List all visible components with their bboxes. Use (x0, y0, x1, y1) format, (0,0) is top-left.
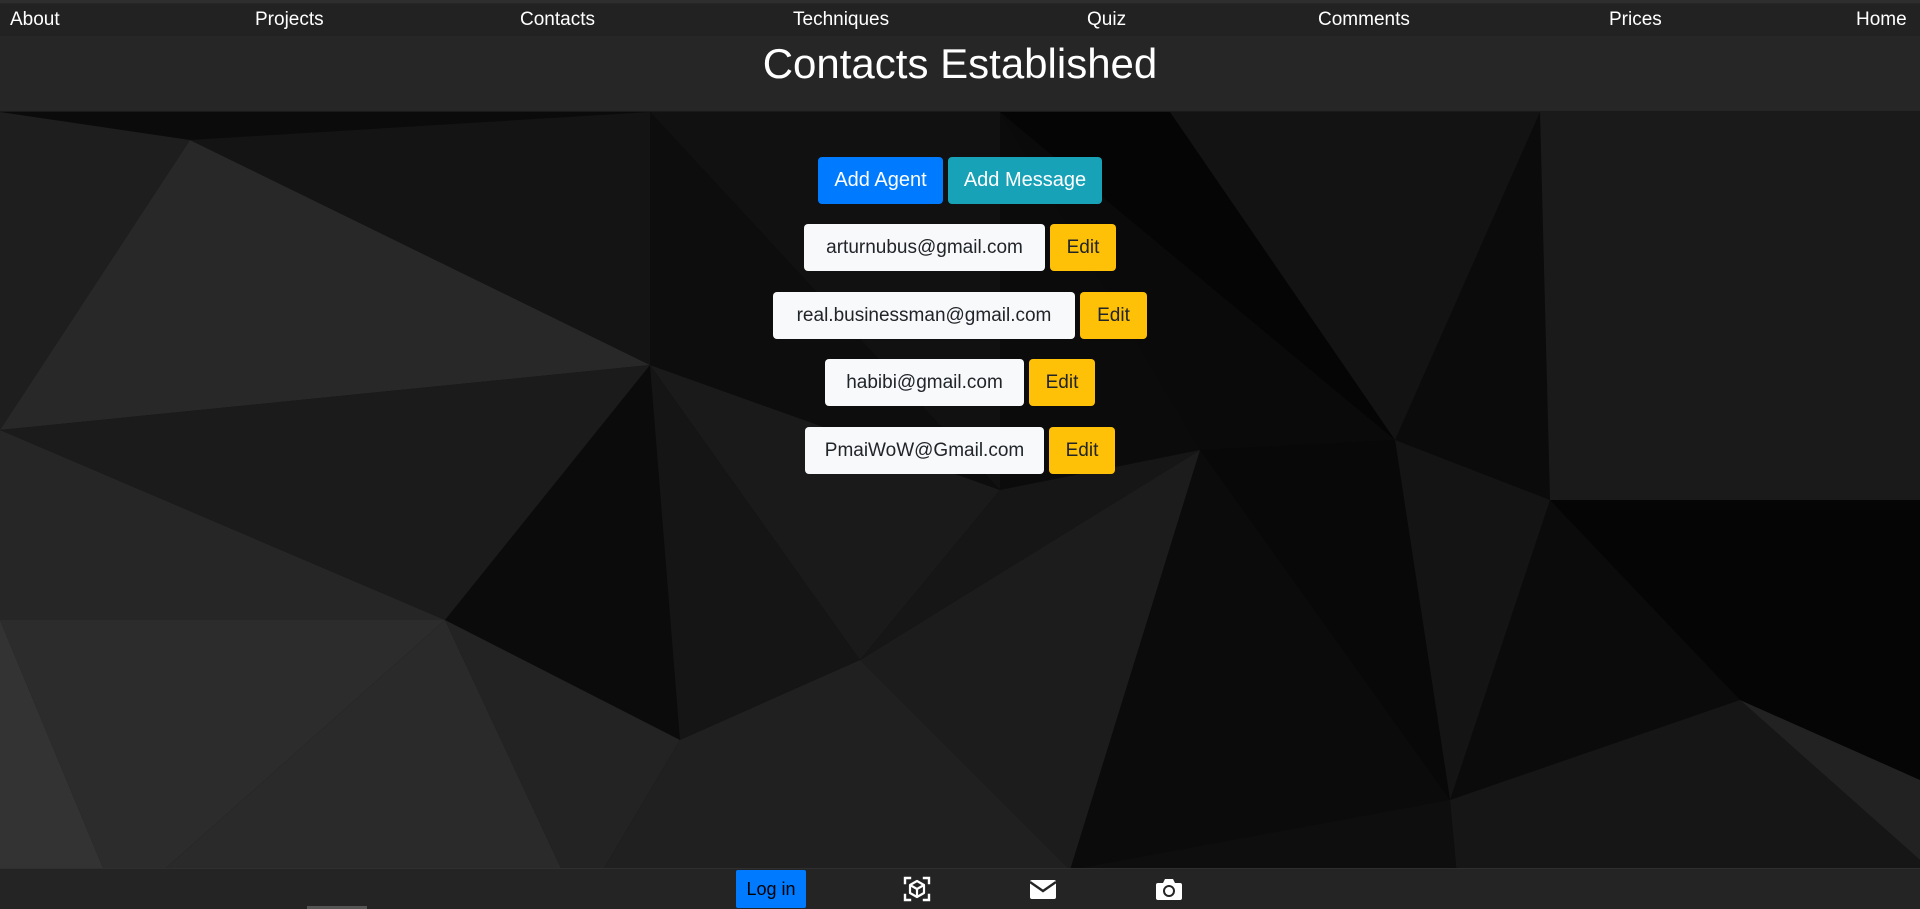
contact-email: real.businessman@gmail.com (773, 292, 1075, 339)
page-footer: Log in (0, 868, 1920, 909)
contact-row: arturnubus@gmail.com Edit (804, 224, 1116, 271)
edit-contact-button[interactable]: Edit (1050, 224, 1116, 271)
page-header: About Projects Contacts Techniques Quiz … (0, 0, 1920, 112)
nav-item-comments[interactable]: Comments (1318, 9, 1410, 31)
ar-cube-icon[interactable] (902, 875, 932, 903)
contact-row: real.businessman@gmail.com Edit (773, 292, 1147, 339)
edit-contact-button[interactable]: Edit (1080, 292, 1147, 339)
nav-item-home[interactable]: Home (1856, 9, 1907, 31)
contact-row: habibi@gmail.com Edit (825, 359, 1095, 406)
main-content: Add Agent Add Message arturnubus@gmail.c… (0, 112, 1920, 868)
nav-item-prices[interactable]: Prices (1609, 9, 1662, 31)
camera-icon[interactable] (1154, 875, 1184, 903)
nav-item-projects[interactable]: Projects (255, 9, 324, 31)
edit-contact-button[interactable]: Edit (1049, 427, 1115, 474)
nav-item-about[interactable]: About (10, 9, 60, 31)
add-message-button[interactable]: Add Message (948, 157, 1102, 204)
add-agent-button[interactable]: Add Agent (818, 157, 943, 204)
contact-email: habibi@gmail.com (825, 359, 1024, 406)
login-button[interactable]: Log in (736, 870, 806, 908)
mail-icon[interactable] (1028, 875, 1058, 903)
contact-email: PmaiWoW@Gmail.com (805, 427, 1044, 474)
contact-email: arturnubus@gmail.com (804, 224, 1045, 271)
nav-item-contacts[interactable]: Contacts (520, 9, 595, 31)
contact-row: PmaiWoW@Gmail.com Edit (805, 427, 1115, 474)
nav-item-quiz[interactable]: Quiz (1087, 9, 1126, 31)
edit-contact-button[interactable]: Edit (1029, 359, 1095, 406)
nav-item-techniques[interactable]: Techniques (793, 9, 889, 31)
page-root: About Projects Contacts Techniques Quiz … (0, 0, 1920, 909)
top-nav: About Projects Contacts Techniques Quiz … (0, 4, 1920, 36)
page-title: Contacts Established (762, 40, 1158, 87)
